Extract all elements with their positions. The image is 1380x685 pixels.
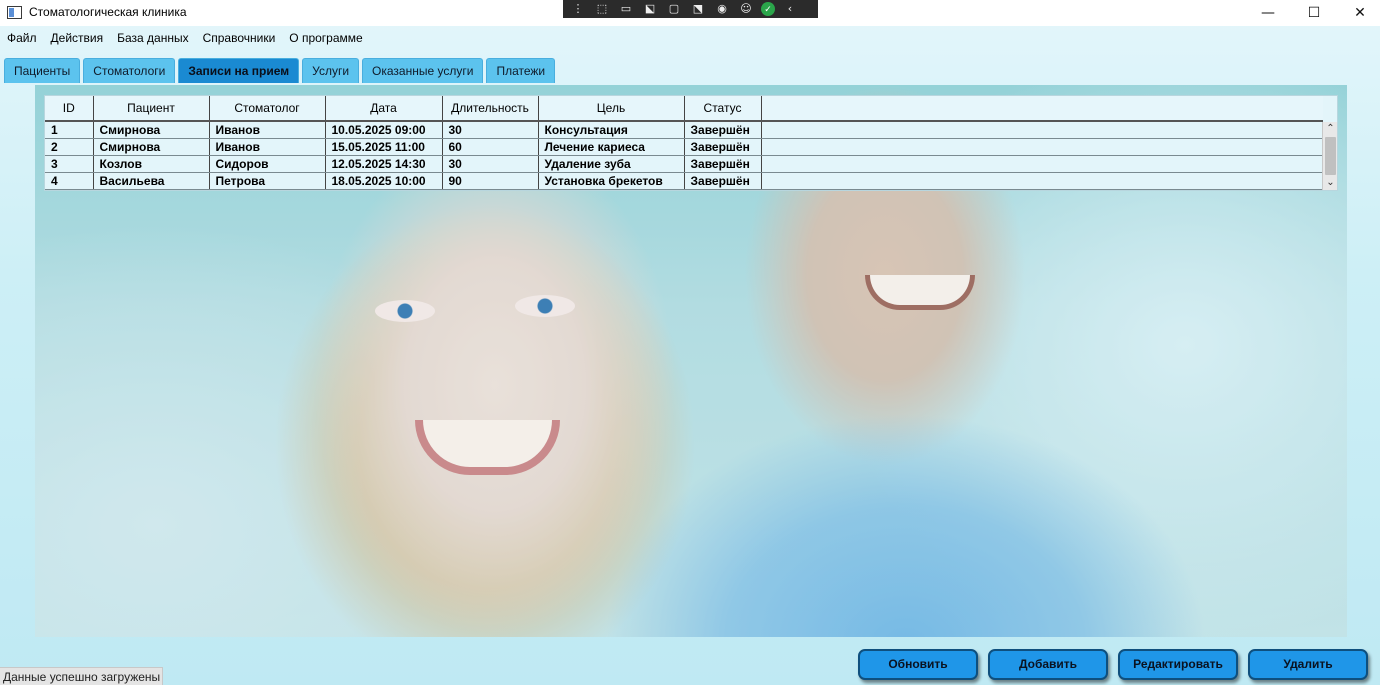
cell-duration[interactable]: 60 <box>442 138 539 156</box>
maximize-button[interactable]: ☐ <box>1291 0 1337 26</box>
cell-status[interactable]: Завершён <box>684 155 762 173</box>
cell-duration[interactable]: 30 <box>442 155 539 173</box>
tab-strip: Пациенты Стоматологи Записи на прием Усл… <box>4 58 556 83</box>
scroll-up-icon[interactable]: ⌃ <box>1323 122 1337 136</box>
cell-dentist[interactable]: Иванов <box>209 138 326 156</box>
tab-provided-services[interactable]: Оказанные услуги <box>362 58 484 83</box>
collapse-icon[interactable]: ‹ <box>781 2 799 16</box>
photo-eye-left-1 <box>375 300 435 322</box>
column-header-filler <box>761 96 1323 122</box>
cell-dentist[interactable]: Иванов <box>209 121 326 139</box>
close-button[interactable]: ✕ <box>1337 0 1380 26</box>
cell-duration[interactable]: 90 <box>442 172 539 190</box>
accessibility-icon[interactable]: ☺ <box>737 2 755 16</box>
cell-purpose[interactable]: Установка брекетов <box>538 172 685 190</box>
cell-status[interactable]: Завершён <box>684 172 762 190</box>
cell-patient[interactable]: Васильева <box>93 172 210 190</box>
grid-header-row: ID Пациент Стоматолог Дата Длительность … <box>45 96 1323 122</box>
scroll-thumb[interactable] <box>1325 137 1336 175</box>
photo-eye-left-2 <box>515 295 575 317</box>
cell-patient[interactable]: Смирнова <box>93 138 210 156</box>
cell-date[interactable]: 10.05.2025 09:00 <box>325 121 443 139</box>
audio-icon[interactable]: ◉ <box>713 2 731 16</box>
tab-dentists[interactable]: Стоматологи <box>83 58 176 83</box>
window-title: Стоматологическая клиника <box>29 5 187 19</box>
cell-date[interactable]: 18.05.2025 10:00 <box>325 172 443 190</box>
cell-id[interactable]: 3 <box>45 155 94 173</box>
cell-filler <box>761 121 1323 139</box>
edit-button[interactable]: Редактировать <box>1118 649 1238 680</box>
table-row[interactable]: 3 Козлов Сидоров 12.05.2025 14:30 30 Уда… <box>45 155 1323 173</box>
cell-status[interactable]: Завершён <box>684 138 762 156</box>
title-bar: Стоматологическая клиника ⋮ ⬚ ▭ ⬕ ▢ ⬔ ◉ … <box>0 0 1380 26</box>
column-header-purpose[interactable]: Цель <box>538 96 685 122</box>
column-header-status[interactable]: Статус <box>684 96 762 122</box>
scroll-down-icon[interactable]: ⌄ <box>1323 176 1337 190</box>
cell-filler <box>761 138 1323 156</box>
column-header-patient[interactable]: Пациент <box>93 96 210 122</box>
column-header-date[interactable]: Дата <box>325 96 443 122</box>
column-header-id[interactable]: ID <box>45 96 94 122</box>
cell-dentist[interactable]: Петрова <box>209 172 326 190</box>
cell-id[interactable]: 4 <box>45 172 94 190</box>
appointments-grid[interactable]: ID Пациент Стоматолог Дата Длительность … <box>44 95 1338 191</box>
cell-purpose[interactable]: Удаление зуба <box>538 155 685 173</box>
refresh-button[interactable]: Обновить <box>858 649 978 680</box>
menu-references[interactable]: Справочники <box>196 28 283 48</box>
window-capture-icon[interactable]: ▢ <box>665 2 683 16</box>
add-button[interactable]: Добавить <box>988 649 1108 680</box>
column-header-dentist[interactable]: Стоматолог <box>209 96 326 122</box>
menu-bar: Файл Действия База данных Справочники О … <box>0 28 370 48</box>
minimize-button[interactable]: — <box>1245 0 1291 26</box>
tab-services[interactable]: Услуги <box>302 58 360 83</box>
app-icon <box>7 6 22 19</box>
status-bar-text: Данные успешно загружены <box>0 667 163 685</box>
column-header-duration[interactable]: Длительность <box>442 96 539 122</box>
table-row[interactable]: 1 Смирнова Иванов 10.05.2025 09:00 30 Ко… <box>45 121 1323 139</box>
cell-patient[interactable]: Смирнова <box>93 121 210 139</box>
region-capture-icon[interactable]: ⬚ <box>593 2 611 16</box>
cell-duration[interactable]: 30 <box>442 121 539 139</box>
cell-date[interactable]: 12.05.2025 14:30 <box>325 155 443 173</box>
tab-patients[interactable]: Пациенты <box>4 58 81 83</box>
table-row[interactable]: 4 Васильева Петрова 18.05.2025 10:00 90 … <box>45 172 1323 190</box>
menu-database[interactable]: База данных <box>110 28 195 48</box>
ok-icon[interactable]: ✓ <box>761 2 775 16</box>
cell-dentist[interactable]: Сидоров <box>209 155 326 173</box>
cell-date[interactable]: 15.05.2025 11:00 <box>325 138 443 156</box>
cell-patient[interactable]: Козлов <box>93 155 210 173</box>
pointer-capture-icon[interactable]: ⬕ <box>641 2 659 16</box>
tab-payments[interactable]: Платежи <box>486 58 556 83</box>
cell-id[interactable]: 1 <box>45 121 94 139</box>
cell-status[interactable]: Завершён <box>684 121 762 139</box>
select-capture-icon[interactable]: ⬔ <box>689 2 707 16</box>
grid-vertical-scrollbar[interactable]: ⌃ ⌄ <box>1322 122 1337 190</box>
cell-filler <box>761 155 1323 173</box>
grip-icon[interactable]: ⋮ <box>569 2 587 16</box>
video-icon[interactable]: ▭ <box>617 2 635 16</box>
menu-about[interactable]: О программе <box>282 28 369 48</box>
menu-actions[interactable]: Действия <box>44 28 111 48</box>
table-row[interactable]: 2 Смирнова Иванов 15.05.2025 11:00 60 Ле… <box>45 138 1323 156</box>
cell-purpose[interactable]: Лечение кариеса <box>538 138 685 156</box>
cell-id[interactable]: 2 <box>45 138 94 156</box>
cell-purpose[interactable]: Консультация <box>538 121 685 139</box>
delete-button[interactable]: Удалить <box>1248 649 1368 680</box>
cell-filler <box>761 172 1323 190</box>
capture-toolbar: ⋮ ⬚ ▭ ⬕ ▢ ⬔ ◉ ☺ ✓ ‹ <box>563 0 818 18</box>
menu-file[interactable]: Файл <box>0 28 44 48</box>
tab-appointments[interactable]: Записи на прием <box>178 58 300 83</box>
